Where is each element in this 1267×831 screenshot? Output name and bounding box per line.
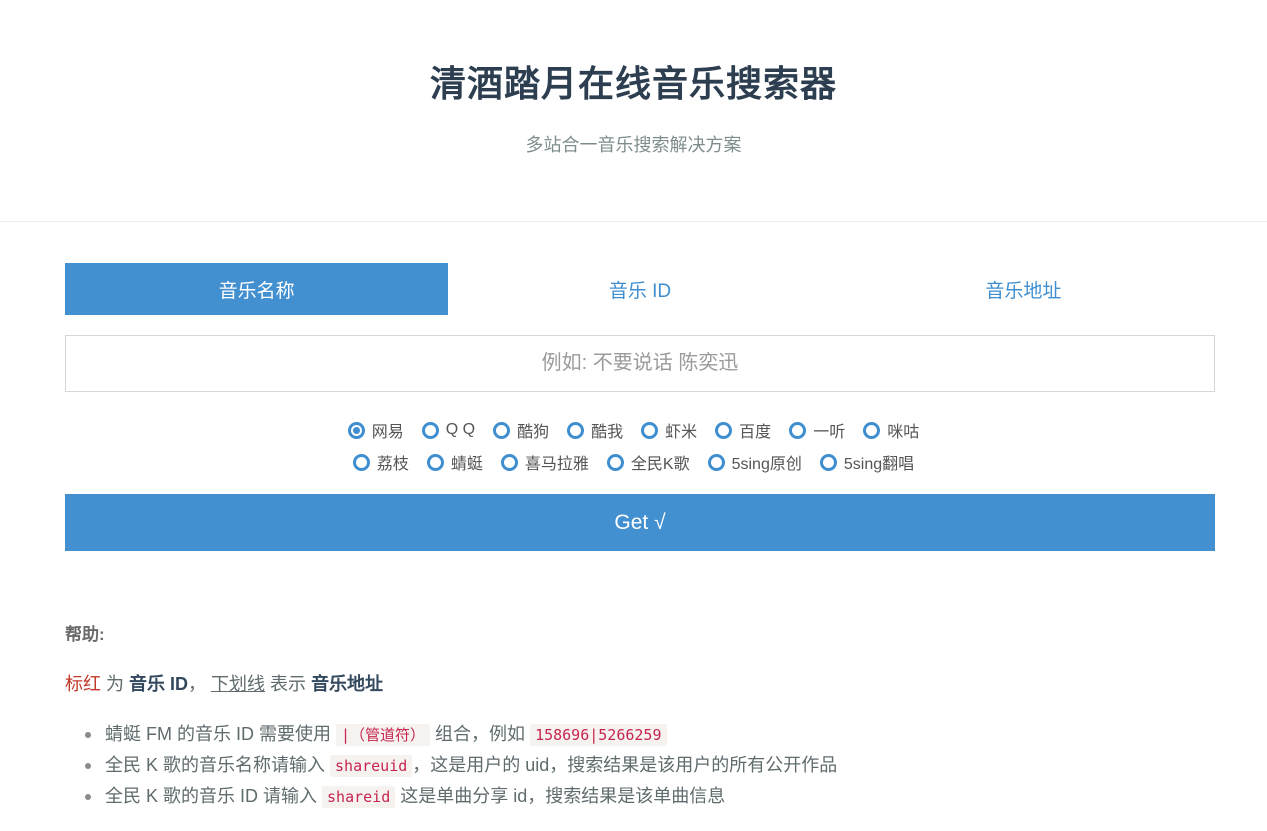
radio-unchecked-icon xyxy=(567,421,585,439)
legend-text: 为 xyxy=(101,674,130,694)
page-title: 清酒踏月在线音乐搜索器 xyxy=(429,63,837,104)
list-item: 蜻蜓 FM 的音乐 ID 需要使用 |（管道符） 组合，例如 158696|52… xyxy=(84,720,837,751)
page-header: 清酒踏月在线音乐搜索器 多站合一音乐搜索解决方案 xyxy=(0,0,1267,222)
source-radio-row-1: 网易 Q Q 酷狗 酷我 虾米 百度 一听 咪咕 xyxy=(0,418,1267,442)
search-box xyxy=(65,335,1215,392)
radio-source-1ting[interactable]: 一听 xyxy=(789,418,845,442)
radio-source-qingting[interactable]: 蜻蜓 xyxy=(426,450,483,474)
radio-label: 5sing原创 xyxy=(731,456,802,473)
radio-source-baidu[interactable]: 百度 xyxy=(715,418,771,442)
radio-source-kuwo[interactable]: 酷我 xyxy=(567,418,623,442)
radio-unchecked-icon xyxy=(493,421,511,439)
help-code: shareuid xyxy=(330,755,413,777)
tab-music-name[interactable]: 音乐名称 xyxy=(65,263,449,315)
radio-checked-icon xyxy=(347,421,365,439)
radio-source-ximalaya[interactable]: 喜马拉雅 xyxy=(500,450,589,474)
tab-music-id[interactable]: 音乐 ID xyxy=(448,263,831,315)
radio-source-5sing-cover[interactable]: 5sing翻唱 xyxy=(819,450,915,474)
legend-text: ， xyxy=(188,674,212,694)
radio-unchecked-icon xyxy=(863,421,881,439)
radio-label: 喜马拉雅 xyxy=(524,456,589,473)
radio-label: 荔枝 xyxy=(376,456,409,473)
radio-unchecked-icon xyxy=(819,453,837,471)
source-radio-row-2: 荔枝 蜻蜓 喜马拉雅 全民K歌 5sing原创 5sing翻唱 xyxy=(0,450,1267,474)
radio-unchecked-icon xyxy=(715,421,733,439)
radio-unchecked-icon xyxy=(421,421,439,439)
help-text: 全民 K 歌的音乐 ID 请输入 xyxy=(105,786,323,806)
radio-source-xiami[interactable]: 虾米 xyxy=(641,418,697,442)
radio-label: 虾米 xyxy=(665,424,698,441)
help-title: 帮助: xyxy=(65,625,105,644)
list-item: 全民 K 歌的音乐名称请输入 shareuid ，这是用户的 uid，搜索结果是该… xyxy=(84,751,838,782)
radio-unchecked-icon xyxy=(707,453,725,471)
legend-bold-url: 音乐地址 xyxy=(311,674,384,694)
get-button[interactable]: Get √ xyxy=(65,494,1215,551)
help-text: 这是单曲分享 id，搜索结果是该单曲信息 xyxy=(395,786,726,806)
radio-source-netease[interactable]: 网易 xyxy=(347,418,404,442)
search-input[interactable] xyxy=(66,336,1214,391)
radio-source-migu[interactable]: 咪咕 xyxy=(863,418,919,442)
radio-source-lizhi[interactable]: 荔枝 xyxy=(352,450,409,474)
help-text: 组合，例如 xyxy=(430,724,531,744)
radio-unchecked-icon xyxy=(352,453,370,471)
help-text: ，这是用户的 uid，搜索结果是该用户的所有公开作品 xyxy=(412,755,838,775)
radio-source-kugou[interactable]: 酷狗 xyxy=(493,418,549,442)
legend-text: 表示 xyxy=(265,674,312,694)
help-list: 蜻蜓 FM 的音乐 ID 需要使用 |（管道符） 组合，例如 158696|52… xyxy=(84,720,838,813)
search-type-tabs: 音乐名称 音乐 ID 音乐地址 xyxy=(65,263,1215,315)
radio-label: 百度 xyxy=(739,424,772,441)
radio-label: 全民K歌 xyxy=(630,456,690,473)
radio-unchecked-icon xyxy=(641,421,659,439)
help-code: shareid xyxy=(322,786,396,808)
radio-source-qq[interactable]: Q Q xyxy=(421,421,476,439)
help-code: |（管道符） xyxy=(336,724,431,746)
radio-source-5sing-original[interactable]: 5sing原创 xyxy=(707,450,802,474)
help-text: 蜻蜓 FM 的音乐 ID 需要使用 xyxy=(105,724,336,744)
legend-bold-id: 音乐 ID xyxy=(129,674,189,694)
radio-source-kg[interactable]: 全民K歌 xyxy=(606,450,690,474)
help-legend: 标红 为 音乐 ID， 下划线 表示 音乐地址 xyxy=(65,670,383,696)
radio-unchecked-icon xyxy=(606,453,624,471)
radio-unchecked-icon xyxy=(789,421,807,439)
radio-label: 咪咕 xyxy=(887,424,920,441)
radio-label: 酷我 xyxy=(591,424,624,441)
radio-label: Q Q xyxy=(445,421,476,438)
radio-label: 5sing翻唱 xyxy=(843,456,915,473)
radio-unchecked-icon xyxy=(426,453,444,471)
legend-underline-label: 下划线 xyxy=(211,674,266,694)
radio-unchecked-icon xyxy=(500,453,518,471)
radio-label: 蜻蜓 xyxy=(450,456,483,473)
radio-label: 酷狗 xyxy=(517,424,550,441)
list-item: 全民 K 歌的音乐 ID 请输入 shareid 这是单曲分享 id，搜索结果是… xyxy=(84,782,837,813)
radio-label: 网易 xyxy=(371,424,404,441)
page-subtitle: 多站合一音乐搜索解决方案 xyxy=(525,135,742,155)
legend-red-label: 标红 xyxy=(65,674,101,694)
help-code-example: 158696|5266259 xyxy=(530,724,667,746)
help-text: 全民 K 歌的音乐名称请输入 xyxy=(105,755,331,775)
tab-music-url[interactable]: 音乐地址 xyxy=(832,263,1215,315)
radio-label: 一听 xyxy=(813,424,846,441)
